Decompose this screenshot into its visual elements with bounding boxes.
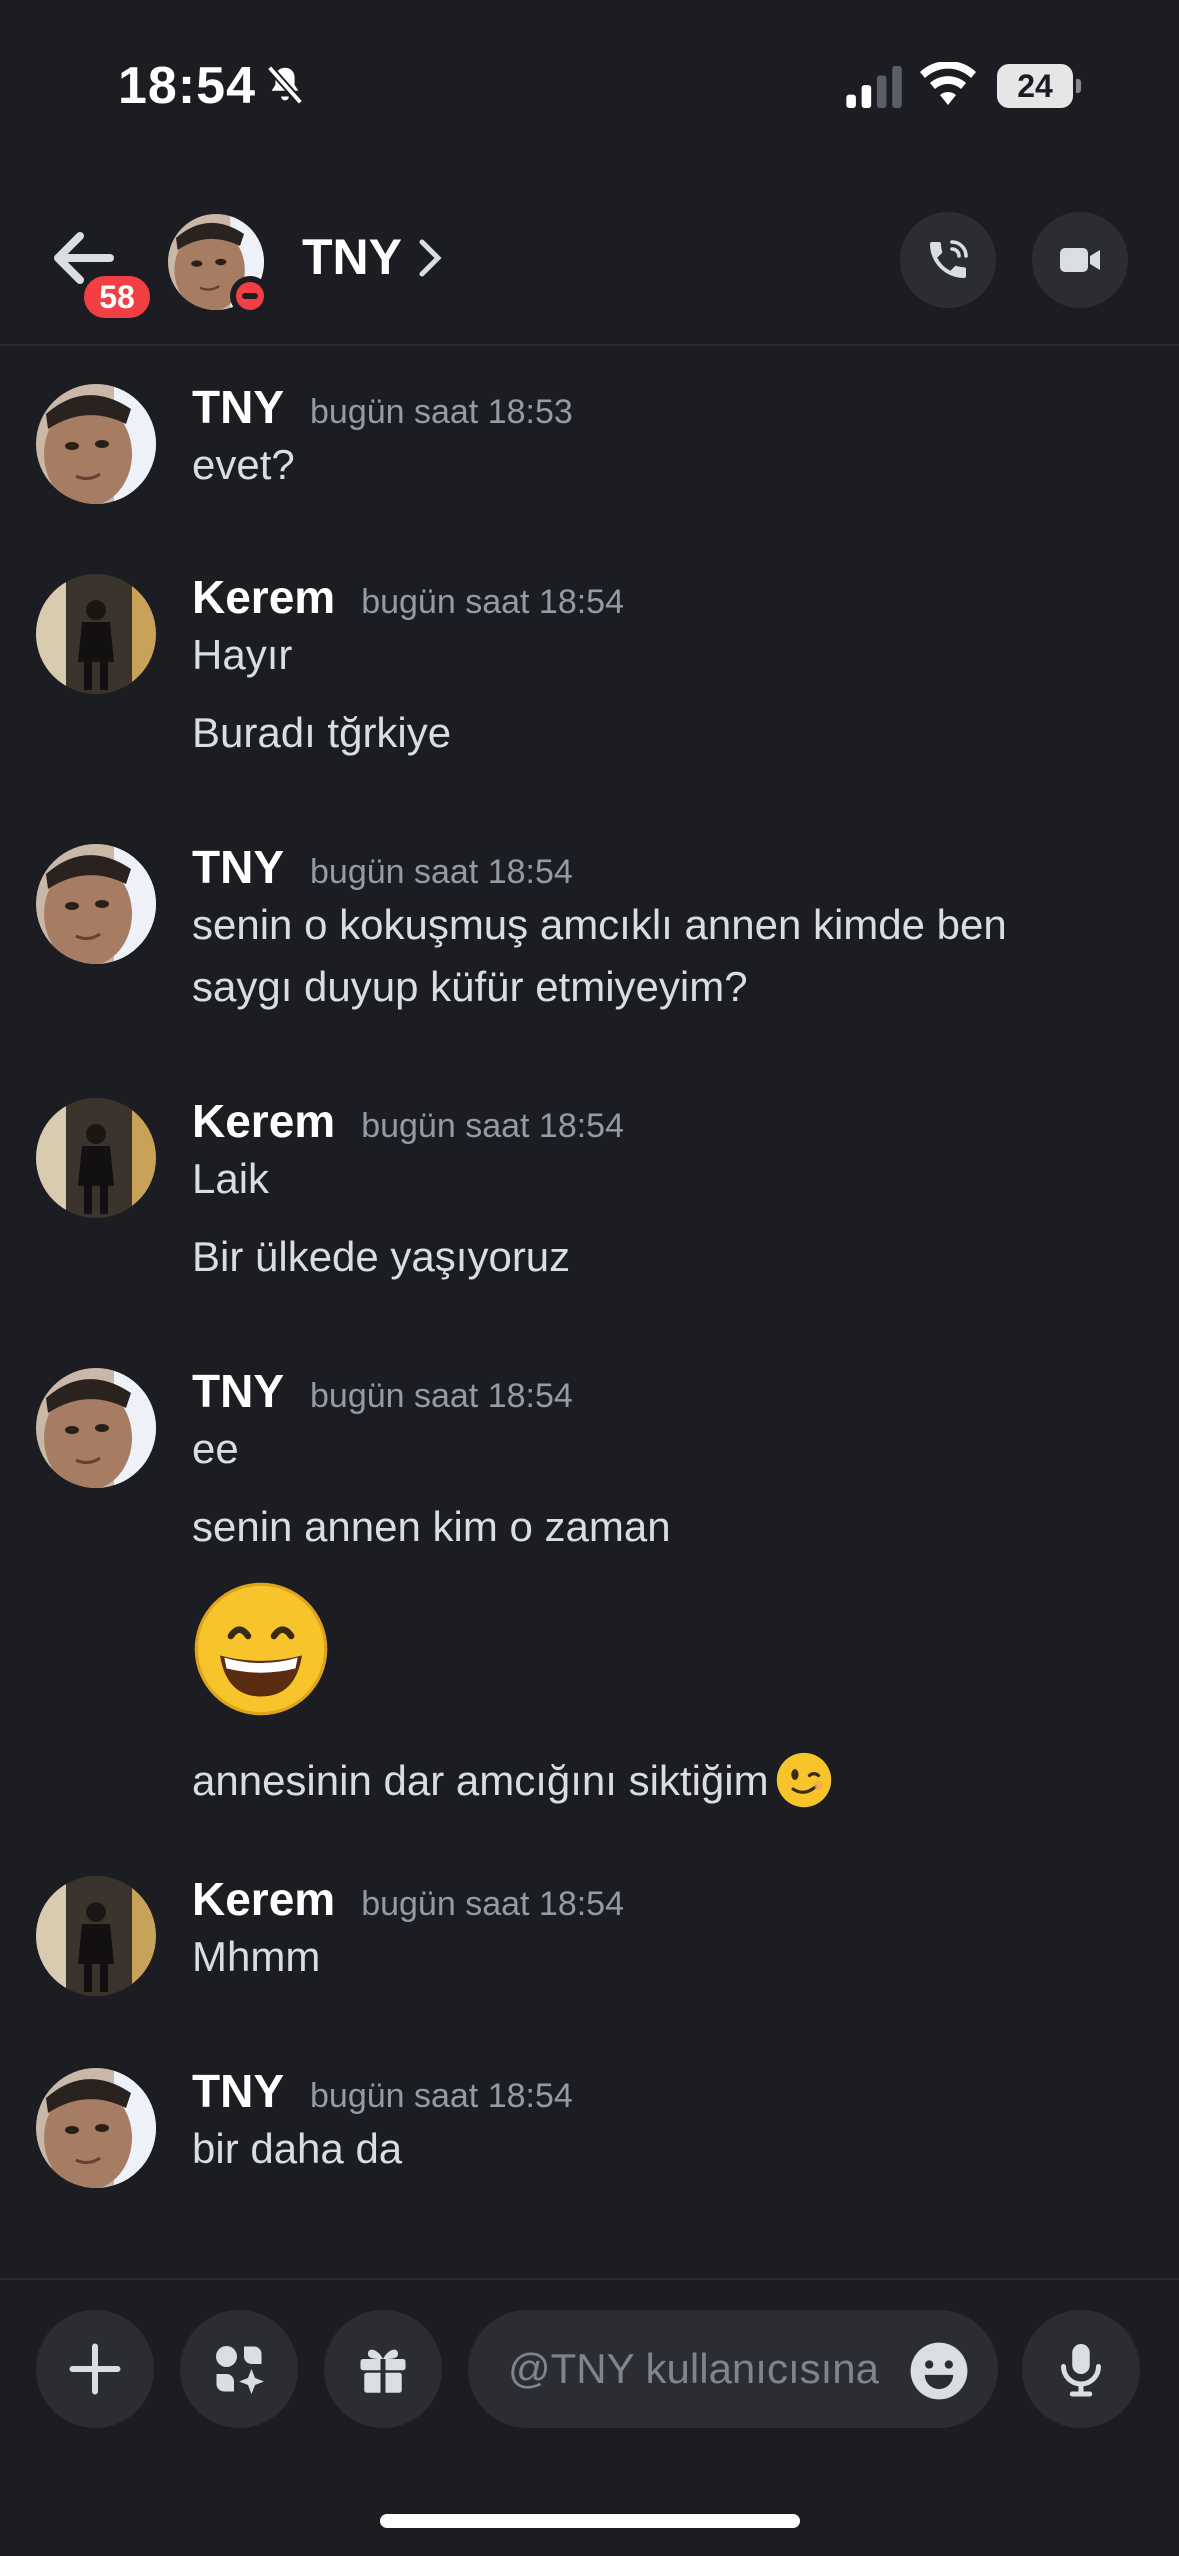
- message-author[interactable]: TNY bugün saat 18:54: [192, 840, 573, 894]
- message-input[interactable]: [508, 2310, 888, 2428]
- chevron-right-icon[interactable]: [418, 238, 442, 278]
- user-avatar-kerem[interactable]: [36, 574, 156, 694]
- message-text: annesinin dar amcığını siktiğim: [192, 1750, 833, 1812]
- dm-header: 58 TNY: [0, 170, 1179, 346]
- home-indicator: [380, 2514, 800, 2528]
- message-timestamp: bugün saat 18:53: [310, 393, 573, 431]
- message-text: Bir ülkede yaşıyoruz: [192, 1233, 571, 1280]
- plus-icon: [69, 2343, 121, 2395]
- emoji-picker-icon[interactable]: [908, 2340, 970, 2402]
- message-text: evet?: [192, 441, 295, 488]
- wifi-icon: [920, 62, 976, 105]
- message-timestamp: bugün saat 18:54: [310, 2077, 573, 2115]
- message-text: Hayır: [192, 631, 293, 678]
- contact-name[interactable]: TNY: [302, 228, 402, 286]
- voice-call-button[interactable]: [900, 212, 996, 308]
- message-timestamp: bugün saat 18:54: [361, 1107, 624, 1145]
- apps-button[interactable]: [180, 2310, 298, 2428]
- message-author[interactable]: TNY bugün saat 18:54: [192, 1364, 573, 1418]
- message-text: ee: [192, 1425, 239, 1472]
- bell-slash-icon: [266, 65, 304, 105]
- message-text: saygı duyup küfür etmiyeyim?: [192, 963, 748, 1010]
- user-avatar-kerem[interactable]: [36, 1098, 156, 1218]
- apps-sparkle-icon: [216, 2346, 264, 2394]
- message-input-container: [468, 2310, 998, 2428]
- video-call-button[interactable]: [1032, 212, 1128, 308]
- message-author[interactable]: Kerem bugün saat 18:54: [192, 1094, 624, 1148]
- message-author[interactable]: Kerem bugün saat 18:54: [192, 570, 624, 624]
- user-avatar-tny[interactable]: [36, 844, 156, 964]
- battery-indicator: 24: [997, 64, 1081, 108]
- status-bar: 18:54 24: [0, 0, 1179, 170]
- message-timestamp: bugün saat 18:54: [361, 583, 624, 621]
- unread-count-badge: 58: [80, 272, 154, 322]
- user-avatar-tny[interactable]: [36, 1368, 156, 1488]
- video-camera-icon: [1060, 248, 1100, 272]
- gift-button[interactable]: [324, 2310, 442, 2428]
- grinning-face-emoji: [194, 1582, 328, 1716]
- winking-face-emoji: [776, 1752, 831, 1808]
- voice-message-button[interactable]: [1022, 2310, 1140, 2428]
- message-text: senin o kokuşmuş amcıklı annen kimde ben: [192, 901, 1007, 948]
- do-not-disturb-status-icon: [230, 276, 270, 316]
- message-text: senin annen kim o zaman: [192, 1503, 671, 1550]
- message-text: Mhmm: [192, 1933, 321, 1980]
- user-avatar-tny[interactable]: [36, 2068, 156, 2188]
- message-timestamp: bugün saat 18:54: [310, 1377, 573, 1415]
- microphone-icon: [1061, 2344, 1101, 2397]
- message-text: Buradı tğrkiye: [192, 709, 452, 756]
- cellular-signal-icon: [846, 66, 902, 108]
- message-author[interactable]: TNY bugün saat 18:53: [192, 380, 573, 434]
- gift-icon: [360, 2349, 406, 2394]
- message-author[interactable]: TNY bugün saat 18:54: [192, 2064, 573, 2118]
- status-time: 18:54: [118, 57, 256, 115]
- battery-level: 24: [1017, 68, 1053, 104]
- message-author[interactable]: Kerem bugün saat 18:54: [192, 1872, 624, 1926]
- message-text: Laik: [192, 1155, 270, 1202]
- message-text: bir daha da: [192, 2125, 403, 2172]
- message-timestamp: bugün saat 18:54: [310, 853, 573, 891]
- message-timestamp: bugün saat 18:54: [361, 1885, 624, 1923]
- user-avatar-tny[interactable]: [36, 384, 156, 504]
- battery-nub: [1076, 79, 1081, 93]
- add-attachment-button[interactable]: [36, 2310, 154, 2428]
- phone-icon: [930, 240, 968, 278]
- user-avatar-kerem[interactable]: [36, 1876, 156, 1996]
